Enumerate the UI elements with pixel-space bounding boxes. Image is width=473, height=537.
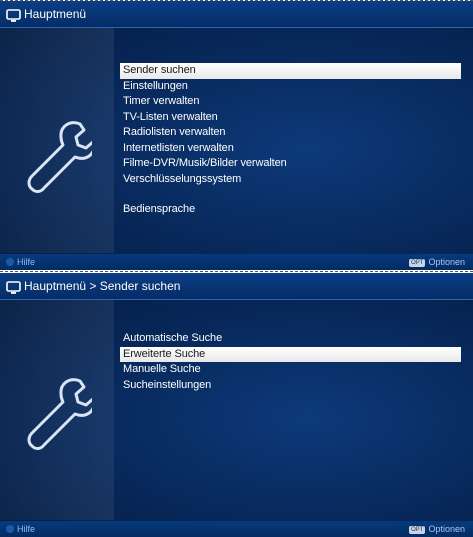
wrench-icon: [22, 375, 96, 460]
menu-item-bediensprache[interactable]: Bediensprache: [120, 202, 461, 218]
opt-key-icon: OPT: [409, 526, 426, 534]
main-menu-screen: Hauptmenü Sender suchen Einstellungen Ti…: [0, 1, 473, 270]
menu-item-automatische-suche[interactable]: Automatische Suche: [120, 331, 461, 347]
menu-item-tv-listen-verwalten[interactable]: TV-Listen verwalten: [120, 110, 461, 126]
options-label: Optionen: [428, 257, 465, 267]
divider-middle: [0, 271, 473, 272]
footer-bar: Hilfe OPT Optionen: [0, 254, 473, 270]
footer-bar: Hilfe OPT Optionen: [0, 521, 473, 537]
menu-item-timer-verwalten[interactable]: Timer verwalten: [120, 94, 461, 110]
opt-key-icon: OPT: [409, 259, 426, 267]
options-label: Optionen: [428, 524, 465, 534]
help-label: Hilfe: [17, 524, 36, 534]
blue-button-icon: [6, 525, 14, 533]
main-menu-list: Sender suchen Einstellungen Timer verwal…: [120, 63, 461, 218]
title-bar: Hauptmenü > Sender suchen: [0, 273, 473, 300]
menu-item-verschluesselungssystem[interactable]: Verschlüsselungssystem: [120, 172, 461, 188]
help-hint[interactable]: Hilfe: [6, 254, 35, 270]
menu-item-einstellungen[interactable]: Einstellungen: [120, 79, 461, 95]
blue-button-icon: [6, 258, 14, 266]
help-hint[interactable]: Hilfe: [6, 521, 35, 537]
icon-column: [0, 28, 114, 253]
menu-item-manuelle-suche[interactable]: Manuelle Suche: [120, 362, 461, 378]
page-title: Hauptmenü: [24, 7, 87, 21]
menu-item-internetlisten-verwalten[interactable]: Internetlisten verwalten: [120, 141, 461, 157]
menu-item-filme-dvr-verwalten[interactable]: Filme-DVR/Musik/Bilder verwalten: [120, 156, 461, 172]
divider-top: [0, 0, 473, 1]
title-bar: Hauptmenü: [0, 1, 473, 28]
icon-column: [0, 300, 114, 520]
help-label: Hilfe: [17, 257, 36, 267]
sender-search-screen: Hauptmenü > Sender suchen Automatische S…: [0, 273, 473, 537]
menu-spacer: [120, 187, 461, 202]
wrench-icon: [22, 118, 96, 203]
menu-item-sender-suchen[interactable]: Sender suchen: [120, 63, 461, 79]
options-hint[interactable]: OPT Optionen: [409, 254, 465, 270]
menu-item-erweiterte-suche[interactable]: Erweiterte Suche: [120, 346, 461, 362]
search-menu-list: Automatische Suche Erweiterte Suche Manu…: [120, 331, 461, 393]
menu-item-sucheinstellungen[interactable]: Sucheinstellungen: [120, 378, 461, 394]
options-hint[interactable]: OPT Optionen: [409, 521, 465, 537]
menu-item-radiolisten-verwalten[interactable]: Radiolisten verwalten: [120, 125, 461, 141]
page-title: Hauptmenü > Sender suchen: [24, 279, 181, 293]
